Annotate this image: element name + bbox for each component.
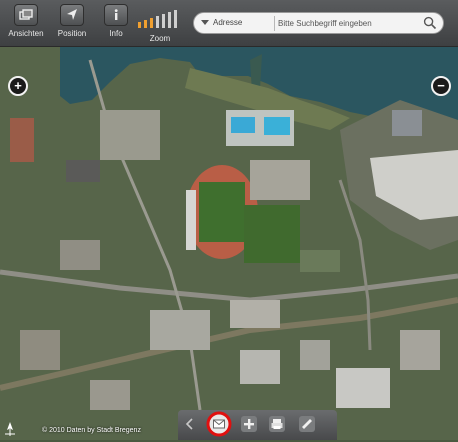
search-bar: Adresse [193,12,444,34]
zoom-level-bar[interactable] [174,10,177,28]
top-toolbar: Ansichten Position Info Zoom Adresse [0,0,458,47]
dropdown-arrow-icon[interactable] [201,20,209,25]
ansichten-label: Ansichten [8,29,44,38]
zoom-in-button[interactable]: + [8,76,28,96]
bottom-toolbar [178,410,337,440]
print-button[interactable] [268,415,286,433]
copyright-text: © 2010 Daten by Stadt Bregenz [42,427,141,434]
compass-icon [3,421,17,437]
info-label: Info [109,29,123,38]
info-icon [104,4,128,26]
measure-button[interactable] [298,415,316,433]
zoom-level-bar[interactable] [162,14,165,28]
zoom-level-bar[interactable] [144,20,147,28]
zoom-slider[interactable] [138,8,182,28]
aerial-map[interactable] [0,0,458,440]
add-button[interactable] [240,415,258,433]
back-button[interactable] [181,415,199,433]
info-button[interactable]: Info [94,4,138,38]
position-label: Position [57,29,87,38]
zoom-level-bar[interactable] [156,16,159,28]
location-arrow-icon [60,4,84,26]
zoom-level-bar[interactable] [168,12,171,28]
ansichten-button[interactable]: Ansichten [4,4,48,38]
zoom-out-button[interactable]: − [431,76,451,96]
zoom-level-bar[interactable] [138,22,141,28]
email-button[interactable] [206,411,232,437]
position-button[interactable]: Position [50,4,94,38]
views-icon [14,4,38,26]
zoom-level-bar[interactable] [150,18,153,28]
address-selector[interactable]: Adresse [213,18,242,27]
search-input[interactable] [278,16,406,31]
search-icon[interactable] [423,16,437,35]
search-divider [274,16,275,31]
zoom-label: Zoom [149,34,171,43]
